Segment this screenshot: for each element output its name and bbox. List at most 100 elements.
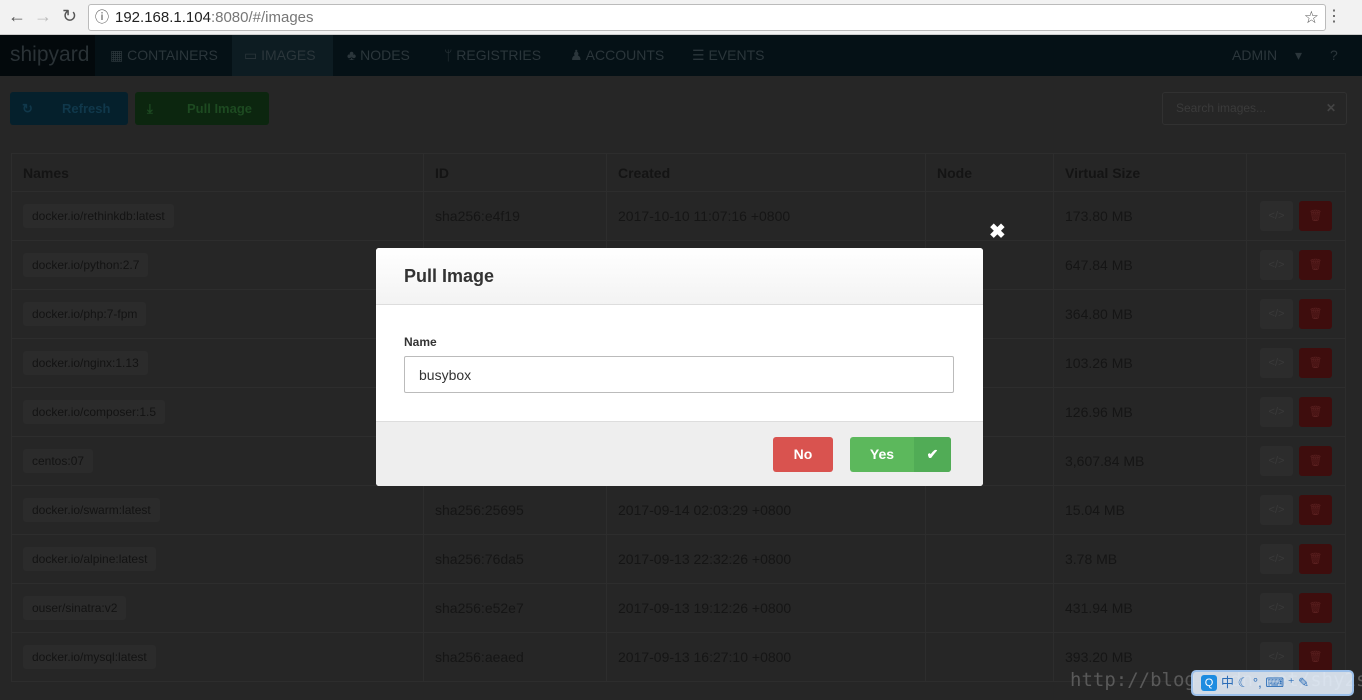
image-node: [925, 632, 1054, 682]
nav-events[interactable]: ☰ EVENTS: [680, 35, 776, 76]
image-size: 3,607.84 MB: [1053, 436, 1247, 486]
inspect-code-button[interactable]: </>: [1260, 446, 1293, 476]
table-row: docker.io/rethinkdb:latest sha256:e4f19 …: [11, 191, 1346, 241]
image-node: [925, 485, 1054, 535]
logo[interactable]: shipyard: [0, 35, 95, 76]
list-icon: ☰: [692, 47, 709, 63]
forward-icon[interactable]: →: [34, 6, 52, 27]
image-size: 103.26 MB: [1053, 338, 1247, 388]
no-button[interactable]: No: [773, 437, 833, 472]
delete-trash-button[interactable]: 🗑: [1299, 250, 1332, 280]
image-name[interactable]: docker.io/composer:1.5: [23, 400, 166, 424]
image-name[interactable]: centos:07: [23, 449, 94, 473]
delete-trash-button[interactable]: 🗑: [1299, 299, 1332, 329]
reload-icon[interactable]: ↻: [62, 6, 77, 27]
delete-trash-button[interactable]: 🗑: [1299, 593, 1332, 623]
image-size: 431.94 MB: [1053, 583, 1247, 633]
inspect-code-button[interactable]: </>: [1260, 397, 1293, 427]
image-created: 2017-09-14 02:03:29 +0800: [606, 485, 926, 535]
inspect-code-button[interactable]: </>: [1260, 201, 1293, 231]
image-size: 647.84 MB: [1053, 240, 1247, 290]
image-node: [925, 583, 1054, 633]
clear-icon[interactable]: ✕: [1326, 93, 1336, 124]
image-size: 126.96 MB: [1053, 387, 1247, 437]
back-icon[interactable]: ←: [8, 6, 26, 27]
inspect-code-button[interactable]: </>: [1260, 642, 1293, 672]
image-name[interactable]: docker.io/php:7-fpm: [23, 302, 147, 326]
user-icon: ♟: [570, 47, 586, 63]
name-label: Name: [404, 335, 437, 349]
nav-images[interactable]: ▭ IMAGES: [232, 35, 333, 76]
image-size: 364.80 MB: [1053, 289, 1247, 339]
image-name[interactable]: ouser/sinatra:v2: [23, 596, 127, 620]
image-id: sha256:e52e7: [423, 583, 607, 633]
inspect-code-button[interactable]: </>: [1260, 544, 1293, 574]
yes-button[interactable]: Yes ✔: [850, 437, 951, 472]
image-created: 2017-10-10 11:07:16 +0800: [606, 191, 926, 241]
code-fork-icon: ᛘ: [444, 47, 457, 63]
nav-accounts[interactable]: ♟ ACCOUNTS: [558, 35, 676, 76]
image-size: 15.04 MB: [1053, 485, 1247, 535]
inspect-code-button[interactable]: </>: [1260, 593, 1293, 623]
bookmark-star-icon[interactable]: ☆: [1304, 5, 1319, 30]
refresh-button[interactable]: ↻ Refresh: [10, 92, 128, 125]
admin-menu[interactable]: ADMIN ▾: [1220, 35, 1314, 76]
inspect-code-button[interactable]: </>: [1260, 250, 1293, 280]
image-id: sha256:76da5: [423, 534, 607, 584]
delete-trash-button[interactable]: 🗑: [1299, 201, 1332, 231]
image-node: [925, 534, 1054, 584]
image-name[interactable]: docker.io/python:2.7: [23, 253, 149, 277]
image-name[interactable]: docker.io/rethinkdb:latest: [23, 204, 174, 228]
table-row: docker.io/swarm:latest sha256:25695 2017…: [11, 485, 1346, 535]
sitemap-icon: ♣: [347, 47, 361, 63]
top-nav: shipyard ▦ CONTAINERS ▭ IMAGES ♣ NODES ᛘ…: [0, 35, 1362, 76]
image-id: sha256:e4f19: [423, 191, 607, 241]
delete-trash-button[interactable]: 🗑: [1299, 348, 1332, 378]
ime-toolbar[interactable]: Q中 ☾ °, ⌨ ⁺ ✎: [1191, 670, 1354, 696]
image-name[interactable]: docker.io/alpine:latest: [23, 547, 157, 571]
image-id: sha256:aeaed: [423, 632, 607, 682]
table-row: docker.io/alpine:latest sha256:76da5 201…: [11, 534, 1346, 584]
col-id: ID: [423, 153, 607, 192]
delete-trash-button[interactable]: 🗑: [1299, 642, 1332, 672]
modal-close-icon[interactable]: ✖: [989, 219, 1006, 244]
image-created: 2017-09-13 22:32:26 +0800: [606, 534, 926, 584]
col-created: Created: [606, 153, 926, 192]
image-name[interactable]: docker.io/swarm:latest: [23, 498, 160, 522]
caret-down-icon: ▾: [1295, 47, 1303, 63]
image-created: 2017-09-13 16:27:10 +0800: [606, 632, 926, 682]
hdd-icon: ▭: [244, 47, 262, 63]
delete-trash-button[interactable]: 🗑: [1299, 446, 1332, 476]
search-input[interactable]: Search images... ✕: [1162, 92, 1347, 125]
nav-registries[interactable]: ᛘ REGISTRIES: [432, 35, 553, 76]
ime-logo-icon: Q: [1201, 675, 1217, 691]
col-names: Names: [11, 153, 424, 192]
grid-icon: ▦: [110, 47, 128, 63]
inspect-code-button[interactable]: </>: [1260, 495, 1293, 525]
delete-trash-button[interactable]: 🗑: [1299, 397, 1332, 427]
delete-trash-button[interactable]: 🗑: [1299, 495, 1332, 525]
modal-title: Pull Image: [376, 248, 983, 305]
nav-containers[interactable]: ▦ CONTAINERS: [98, 35, 230, 76]
refresh-icon: ↻: [22, 101, 33, 116]
image-size: 3.78 MB: [1053, 534, 1247, 584]
col-node: Node: [925, 153, 1054, 192]
image-name[interactable]: docker.io/mysql:latest: [23, 645, 156, 669]
col-actions: [1246, 153, 1346, 192]
image-created: 2017-09-13 19:12:26 +0800: [606, 583, 926, 633]
image-name-input[interactable]: [404, 356, 954, 393]
nav-nodes[interactable]: ♣ NODES: [335, 35, 422, 76]
address-bar[interactable]: ⓘ 192.168.1.104:8080/#/images ☆: [88, 4, 1326, 31]
image-id: sha256:25695: [423, 485, 607, 535]
inspect-code-button[interactable]: </>: [1260, 348, 1293, 378]
delete-trash-button[interactable]: 🗑: [1299, 544, 1332, 574]
image-size: 173.80 MB: [1053, 191, 1247, 241]
info-icon: ⓘ: [95, 9, 109, 25]
table-row: ouser/sinatra:v2 sha256:e52e7 2017-09-13…: [11, 583, 1346, 633]
inspect-code-button[interactable]: </>: [1260, 299, 1293, 329]
pull-image-button[interactable]: ⤓ Pull Image: [135, 92, 269, 125]
browser-toolbar: ← → ↻ ⓘ 192.168.1.104:8080/#/images ☆ ⋮: [0, 0, 1362, 35]
browser-menu-icon[interactable]: ⋮: [1326, 6, 1342, 26]
image-name[interactable]: docker.io/nginx:1.13: [23, 351, 148, 375]
help-icon[interactable]: ?: [1318, 35, 1350, 76]
